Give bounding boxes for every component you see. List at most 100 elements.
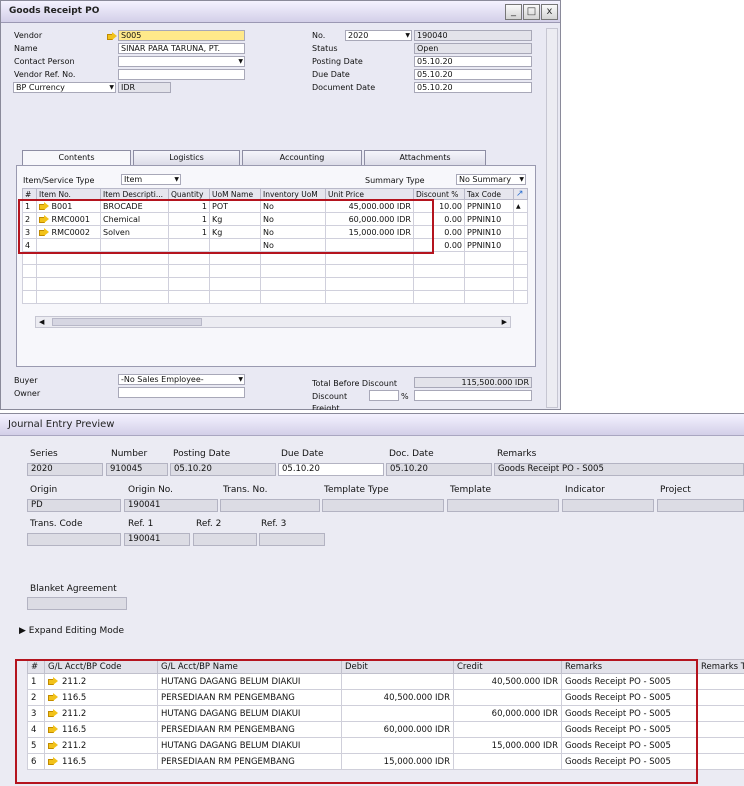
tax-code-value: PPNIN10 [467, 201, 502, 211]
template-field [447, 499, 559, 512]
remarks-label: Remarks [497, 449, 537, 459]
indicator-label: Indicator [565, 485, 605, 495]
col-header[interactable]: Item No. [36, 188, 101, 200]
minimize-button[interactable]: _ [505, 4, 522, 20]
tab-attachments[interactable]: Attachments [364, 150, 486, 165]
vendor-label: Vendor [14, 31, 43, 40]
row-scroll-cell [513, 212, 528, 226]
tax-code-cell[interactable]: PPNIN10 [464, 212, 514, 226]
link-arrow-icon[interactable] [107, 32, 117, 40]
contact-person-field[interactable]: ▼ [118, 56, 245, 67]
template-type-field [322, 499, 444, 512]
series-select[interactable]: 2020 ▼ [345, 30, 412, 41]
col-header[interactable]: Tax Code [464, 188, 514, 200]
remarks-template-cell [697, 753, 744, 770]
tab-contents[interactable]: Contents [22, 150, 131, 166]
number-field: 910045 [106, 463, 168, 476]
due-date-label: Due Date [312, 70, 350, 79]
doc-date-field: 05.10.20 [386, 463, 492, 476]
col-header[interactable]: Discount % [413, 188, 465, 200]
origin-field: PD [27, 499, 121, 512]
posting-date-field[interactable]: 05.10.20 [414, 56, 532, 67]
summary-type-label: Summary Type [365, 176, 425, 185]
discount-label: Discount [312, 392, 348, 401]
expand-editing-mode-toggle[interactable]: ▶ Expand Editing Mode [19, 626, 124, 636]
discount-amount-field[interactable] [414, 390, 532, 401]
table-row[interactable] [22, 264, 528, 278]
ref2-label: Ref. 2 [196, 519, 222, 529]
expand-editing-mode-label: Expand Editing Mode [28, 626, 125, 636]
ref1-field: 190041 [124, 533, 190, 546]
vendor-ref-label: Vendor Ref. No. [14, 70, 76, 79]
scroll-thumb[interactable] [52, 318, 202, 326]
blanket-agreement-label: Blanket Agreement [30, 584, 117, 594]
chevron-down-icon[interactable]: ▼ [238, 376, 243, 384]
tax-code-cell[interactable]: PPNIN10 [464, 238, 514, 252]
ref3-field [259, 533, 325, 546]
items-header-row: # Item No. Item Descripti... Quantity Uo… [22, 188, 528, 200]
tax-code-value: PPNIN10 [467, 227, 502, 237]
col-header[interactable]: Item Descripti... [100, 188, 169, 200]
chevron-down-icon[interactable]: ▼ [405, 32, 410, 40]
col-header[interactable]: Inventory UoM [260, 188, 326, 200]
vendor-ref-field[interactable] [118, 69, 245, 80]
close-button[interactable]: x [541, 4, 558, 20]
col-header[interactable]: Remarks T [697, 659, 744, 674]
tax-code-cell[interactable]: PPNIN10 [464, 199, 514, 213]
doc-date-label: Doc. Date [389, 449, 434, 459]
col-header[interactable]: UoM Name [209, 188, 261, 200]
remarks-template-cell [697, 689, 744, 706]
document-date-label: Document Date [312, 83, 376, 92]
row-scroll-cell: ▲ [513, 199, 528, 213]
chevron-down-icon[interactable]: ▼ [519, 176, 524, 184]
discount-percent-field[interactable] [369, 390, 399, 401]
window-title: Journal Entry Preview [8, 419, 115, 430]
form-settings-icon[interactable]: ↗ [513, 188, 528, 200]
col-header[interactable]: Quantity [168, 188, 210, 200]
window-scrollbar[interactable] [546, 28, 558, 408]
tax-code-value: PPNIN10 [467, 214, 502, 224]
maximize-button[interactable]: □ [523, 4, 540, 20]
chevron-down-icon[interactable]: ▼ [109, 84, 114, 92]
scroll-left-icon[interactable]: ◀ [39, 318, 44, 326]
number-label: Number [111, 449, 148, 459]
tab-accounting[interactable]: Accounting [242, 150, 362, 165]
row-scroll-cell [513, 225, 528, 239]
summary-type-select[interactable]: No Summary ▼ [456, 174, 526, 185]
no-label: No. [312, 31, 326, 40]
series-field: 2020 [27, 463, 103, 476]
ref2-field [193, 533, 257, 546]
series-label: Series [30, 449, 58, 459]
name-field[interactable]: SINAR PARA TARUNA, PT. [118, 43, 245, 54]
currency-type-select[interactable]: BP Currency ▼ [13, 82, 116, 93]
tax-code-cell[interactable]: PPNIN10 [464, 225, 514, 239]
scroll-right-icon[interactable]: ▶ [502, 318, 507, 326]
chevron-down-icon[interactable]: ▼ [174, 176, 179, 184]
remarks-template-cell [697, 673, 744, 690]
owner-field[interactable] [118, 387, 245, 398]
col-header[interactable]: Unit Price [325, 188, 414, 200]
vendor-field[interactable]: S005 [118, 30, 245, 41]
chevron-down-icon[interactable]: ▼ [238, 58, 243, 66]
buyer-label: Buyer [14, 376, 38, 385]
posting-date-field: 05.10.20 [170, 463, 276, 476]
title-bar: Goods Receipt PO _ □ x [1, 1, 560, 23]
currency-field: IDR [118, 82, 171, 93]
trans-code-field [27, 533, 121, 546]
status-field: Open [414, 43, 532, 54]
tab-logistics[interactable]: Logistics [133, 150, 240, 165]
expand-triangle-icon[interactable]: ▶ [19, 626, 26, 636]
journal-entry-window: Journal Entry Preview Series 2020 Number… [0, 413, 744, 786]
item-type-label: Item/Service Type [23, 176, 95, 185]
series-value: 2020 [348, 31, 369, 40]
document-date-field[interactable]: 05.10.20 [414, 82, 532, 93]
table-row[interactable] [22, 290, 528, 304]
horizontal-scrollbar[interactable]: ◀ ▶ [35, 316, 511, 328]
due-date-field[interactable]: 05.10.20 [414, 69, 532, 80]
project-field [657, 499, 744, 512]
buyer-select[interactable]: -No Sales Employee- ▼ [118, 374, 245, 385]
item-type-select[interactable]: Item ▼ [121, 174, 181, 185]
due-date-field[interactable]: 05.10.20 [278, 463, 384, 476]
currency-type-value: BP Currency [16, 83, 65, 92]
table-row[interactable] [22, 277, 528, 291]
